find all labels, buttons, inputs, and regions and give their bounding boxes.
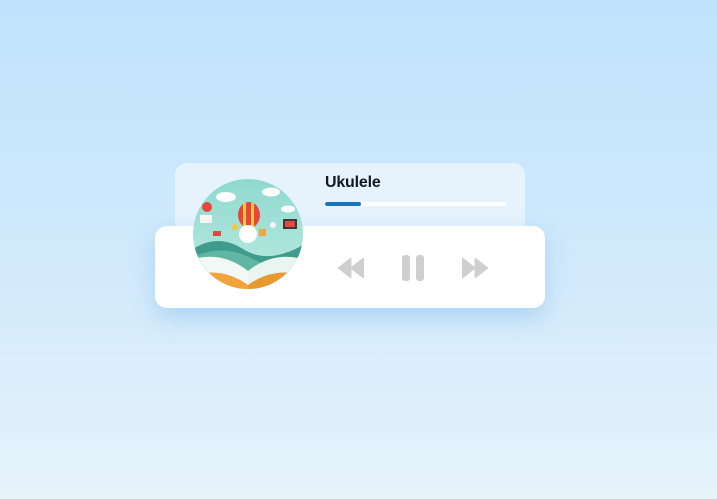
progress-bar[interactable] xyxy=(325,202,506,206)
album-art-disc xyxy=(193,179,303,289)
fast-forward-button[interactable] xyxy=(460,254,490,282)
track-title: Ukulele xyxy=(325,174,381,191)
rewind-button[interactable] xyxy=(336,254,366,282)
progress-fill xyxy=(325,202,362,206)
pause-button[interactable] xyxy=(398,254,428,282)
rewind-icon xyxy=(338,258,364,278)
pause-icon xyxy=(402,255,424,281)
music-player: Ukulele xyxy=(0,0,717,499)
fast-forward-icon xyxy=(462,258,488,278)
